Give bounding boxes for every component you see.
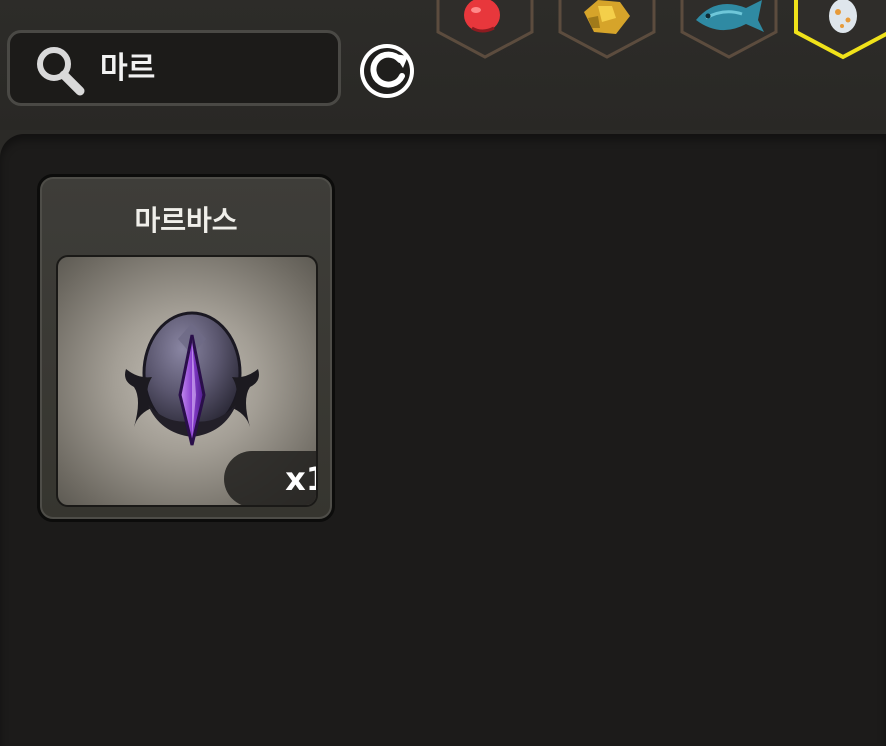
item-card[interactable]: 마르바스 x <box>37 174 335 522</box>
tab-meat[interactable] <box>432 0 538 60</box>
refresh-button[interactable] <box>356 38 422 102</box>
refresh-icon <box>360 44 414 98</box>
top-bar: 마르 <box>0 0 886 130</box>
screen: 마르 마르바스 x <box>0 0 886 746</box>
tab-fish[interactable] <box>676 0 782 60</box>
item-name: 마르바스 <box>134 204 238 237</box>
item-count: x1 <box>285 460 316 498</box>
tab-egg[interactable] <box>790 0 886 60</box>
item-image-frame: x1 <box>56 255 318 507</box>
search-icon <box>37 47 85 96</box>
search-input[interactable]: 마르 <box>7 30 341 106</box>
count-badge: x1 <box>224 451 316 505</box>
tab-gold-ore[interactable] <box>554 0 660 60</box>
dark-egg-icon <box>125 311 259 446</box>
search-text[interactable]: 마르 <box>100 49 155 89</box>
egg-icon <box>829 0 857 33</box>
